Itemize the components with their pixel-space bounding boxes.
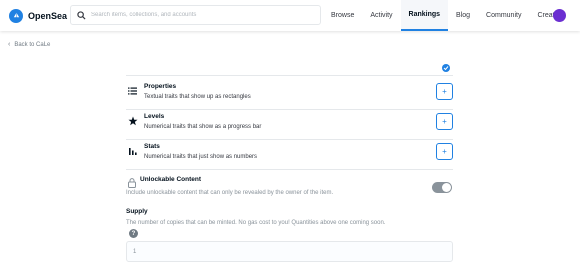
opensea-logo[interactable]: OpenSea [9, 8, 68, 23]
unlockable-toggle[interactable] [432, 182, 452, 193]
nav-rankings[interactable]: Rankings [400, 0, 449, 31]
supply-subtitle: The number of copies that can be minted.… [126, 220, 386, 226]
bar-chart-icon [128, 143, 138, 155]
levels-row: Levels Numerical traits that show as a p… [126, 110, 453, 140]
help-icon[interactable]: ? [129, 229, 138, 238]
search-bar[interactable] [70, 5, 321, 25]
unlockable-title: Unlockable Content [140, 176, 202, 183]
main-nav: Browse Activity Rankings Blog Community … [323, 0, 566, 31]
search-icon [71, 10, 91, 20]
nav-activity[interactable]: Activity [362, 0, 400, 31]
levels-subtitle: Numerical traits that show as a progress… [144, 124, 262, 130]
chevron-left-icon: ‹ [8, 41, 11, 48]
unlockable-subtitle: Include unlockable content that can only… [126, 190, 334, 196]
supply-input[interactable]: 1 [126, 241, 453, 262]
stats-row: Stats Numerical traits that just show as… [126, 140, 453, 170]
top-nav-bar: OpenSea Browse Activity Rankings Blog Co… [0, 0, 580, 31]
properties-row: Properties Textual traits that show up a… [126, 80, 453, 110]
explicit-content-row [126, 56, 453, 76]
add-stats-button[interactable]: + [436, 143, 453, 160]
avatar[interactable] [553, 9, 566, 22]
properties-title: Properties [144, 83, 177, 90]
add-levels-button[interactable]: + [436, 113, 453, 130]
logo-text: OpenSea [28, 10, 68, 21]
toggle-knob [442, 183, 451, 192]
checkmark-icon[interactable] [442, 64, 450, 72]
nav-community[interactable]: Community [478, 0, 529, 31]
properties-subtitle: Textual traits that show up as rectangle… [144, 94, 251, 100]
list-icon [128, 83, 138, 95]
levels-title: Levels [144, 113, 165, 120]
nav-blog[interactable]: Blog [448, 0, 478, 31]
search-input[interactable] [91, 12, 311, 18]
star-icon [128, 113, 138, 126]
stats-title: Stats [144, 143, 160, 150]
back-link[interactable]: ‹ Back to CaLe [8, 41, 50, 48]
supply-title: Supply [126, 208, 148, 215]
opensea-logo-icon [9, 8, 23, 23]
nav-browse[interactable]: Browse [323, 0, 362, 31]
stats-subtitle: Numerical traits that just show as numbe… [144, 154, 258, 160]
add-properties-button[interactable]: + [436, 83, 453, 100]
back-link-label: Back to CaLe [14, 41, 51, 48]
